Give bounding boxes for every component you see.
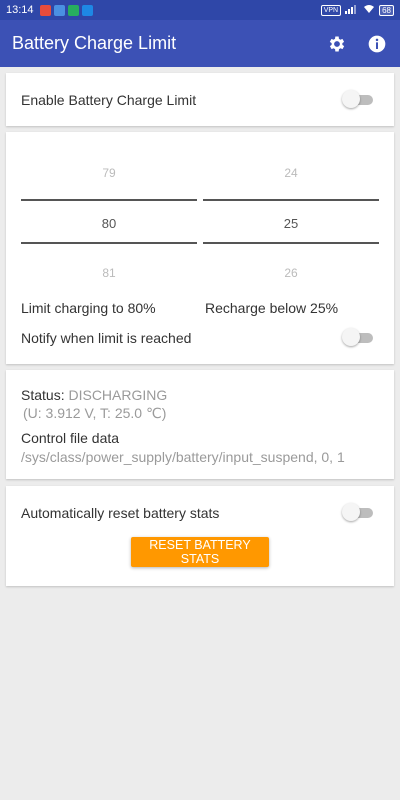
limit-number-picker[interactable]: 79 80 81 xyxy=(21,158,197,288)
picker-divider xyxy=(21,199,197,201)
picker-next-value: 26 xyxy=(284,266,298,280)
toggle-thumb xyxy=(342,328,360,346)
notification-app-icon xyxy=(53,4,65,16)
notification-app-icon xyxy=(67,4,79,16)
toggle-thumb xyxy=(342,90,360,108)
notify-toggle[interactable] xyxy=(342,328,374,346)
picker-prev-value: 79 xyxy=(102,166,116,180)
control-file-title: Control file data xyxy=(21,430,120,446)
recharge-below-label: Recharge below 25% xyxy=(205,300,339,316)
picker-divider xyxy=(203,199,379,201)
reset-card: Automatically reset battery stats RESET … xyxy=(6,486,394,586)
notification-app-icon xyxy=(39,4,51,16)
status-details: (U: 3.912 V, T: 25.0 ℃) xyxy=(23,405,167,421)
status-bar: 13:14 VPN 68 xyxy=(0,0,400,20)
gear-icon[interactable] xyxy=(326,33,348,55)
picker-selected-value: 25 xyxy=(283,216,299,231)
status-prefix: Status: xyxy=(21,387,65,403)
status-value: DISCHARGING xyxy=(68,387,168,403)
auto-reset-label: Automatically reset battery stats xyxy=(21,505,220,521)
wifi-icon xyxy=(363,4,375,17)
picker-next-value: 81 xyxy=(102,266,116,280)
limit-charging-label: Limit charging to 80% xyxy=(21,300,156,316)
info-icon[interactable] xyxy=(366,33,388,55)
picker-divider xyxy=(203,242,379,244)
auto-reset-toggle[interactable] xyxy=(342,503,374,521)
status-line: Status: DISCHARGING xyxy=(21,387,167,403)
status-card: Status: DISCHARGING (U: 3.912 V, T: 25.0… xyxy=(6,370,394,479)
limits-card: 79 80 81 24 25 26 Limit charging to 80% … xyxy=(6,132,394,364)
battery-level: 68 xyxy=(379,4,394,16)
status-time: 13:14 xyxy=(6,4,34,16)
picker-prev-value: 24 xyxy=(284,166,298,180)
enable-limit-label: Enable Battery Charge Limit xyxy=(21,92,197,108)
picker-divider xyxy=(21,242,197,244)
signal-icon xyxy=(345,4,359,17)
control-file-value: /sys/class/power_supply/battery/input_su… xyxy=(21,449,345,465)
app-bar: Battery Charge Limit xyxy=(0,20,400,67)
enable-card: Enable Battery Charge Limit xyxy=(6,73,394,126)
app-title: Battery Charge Limit xyxy=(12,33,177,53)
picker-selected-value: 80 xyxy=(101,216,117,231)
toggle-thumb xyxy=(342,503,360,521)
notification-app-icon xyxy=(81,4,93,16)
vpn-badge: VPN xyxy=(320,4,342,16)
enable-limit-toggle[interactable] xyxy=(342,90,374,108)
recharge-number-picker[interactable]: 24 25 26 xyxy=(203,158,379,288)
notify-label: Notify when limit is reached xyxy=(21,330,192,346)
reset-battery-stats-button[interactable]: RESET BATTERY STATS xyxy=(131,537,269,567)
